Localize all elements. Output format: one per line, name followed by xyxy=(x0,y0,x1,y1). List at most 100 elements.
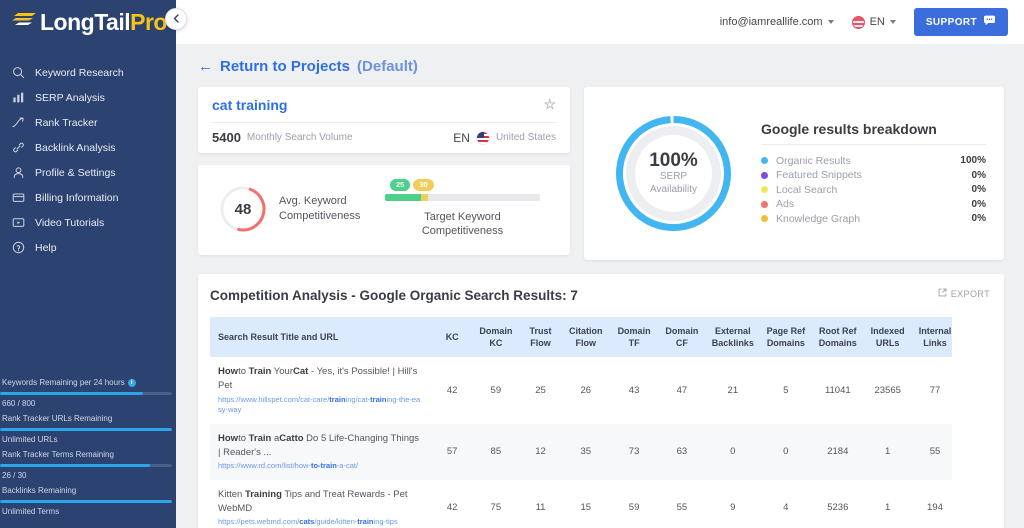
cell-internal-links: 194 xyxy=(927,502,943,514)
meter-track xyxy=(0,464,172,467)
column-header-page-ref-domains[interactable]: Page Ref Domains xyxy=(759,317,812,358)
column-header-kc[interactable]: KC xyxy=(432,317,472,358)
account-menu[interactable]: info@iamreallife.com xyxy=(720,16,834,28)
result-title[interactable]: Howto Train YourCat - Yes, it's Possible… xyxy=(218,365,422,393)
result-url[interactable]: https://pets.webmd.com/cats/guide/kitten… xyxy=(218,517,422,528)
result-title[interactable]: Howto Train aCatto Do 5 Life-Changing Th… xyxy=(218,432,422,460)
divider xyxy=(212,122,556,123)
cell-domain-cf: 47 xyxy=(676,385,688,397)
us-flag-icon xyxy=(475,130,490,145)
cell-kc: 42 xyxy=(446,502,458,514)
google-breakdown-title: Google results breakdown xyxy=(761,121,986,146)
column-header-trust-flow[interactable]: Trust Flow xyxy=(519,317,562,358)
video-play-icon xyxy=(8,215,28,231)
legend-value: 100% xyxy=(960,155,986,166)
sidebar-item-billing-information[interactable]: Billing Information xyxy=(0,185,176,210)
target-pill-green: 25 xyxy=(390,179,411,191)
column-header-root-ref-domains[interactable]: Root Ref Domains xyxy=(811,317,864,358)
chart-bars-icon xyxy=(8,90,28,106)
sidebar-item-keyword-research[interactable]: Keyword Research xyxy=(0,60,176,85)
legend-bullet xyxy=(761,157,768,164)
target-competitiveness-caption: Target Keyword Competitiveness xyxy=(421,210,504,238)
support-button[interactable]: SUPPORT xyxy=(913,8,1008,36)
legend-value: 0% xyxy=(971,184,986,195)
cell-domain-kc: 75 xyxy=(490,502,502,514)
breadcrumb[interactable]: ← Return to Projects (Default) xyxy=(198,58,1004,75)
legend-label: Knowledge Graph xyxy=(776,212,861,225)
cell-domain-kc: 59 xyxy=(490,385,502,397)
column-header-domain-kc[interactable]: Domain KC xyxy=(471,317,520,358)
search-icon xyxy=(8,65,28,81)
legend-bullet xyxy=(761,215,768,222)
meter-backlinks-remaining: Backlinks Remaining Unlimited Terms xyxy=(0,484,176,518)
sidebar-item-label: Profile & Settings xyxy=(35,166,116,179)
sidebar-item-help[interactable]: Help xyxy=(0,235,176,260)
support-label: SUPPORT xyxy=(925,16,977,28)
column-header-external-backlinks[interactable]: External Backlinks xyxy=(705,317,760,358)
sidebar-item-video-tutorials[interactable]: Video Tutorials xyxy=(0,210,176,235)
target-competitiveness-bar xyxy=(385,193,540,201)
meter-value: 26 / 30 xyxy=(2,471,27,480)
column-header-indexed-urls[interactable]: Indexed URLs xyxy=(863,317,912,358)
competitiveness-card: 48 Avg. Keyword Competitiveness 25 30 Ta… xyxy=(198,165,570,256)
cell-page-ref-domains: 0 xyxy=(783,446,789,458)
meter-fill xyxy=(0,500,172,503)
legend-label: Local Search xyxy=(776,183,838,196)
cell-citation-flow: 15 xyxy=(580,502,592,514)
sidebar-item-backlink-analysis[interactable]: Backlink Analysis xyxy=(0,135,176,160)
cell-domain-cf: 63 xyxy=(676,446,688,458)
column-header-internal-links[interactable]: Internal Links xyxy=(911,317,952,358)
column-header-citation-flow[interactable]: Citation Flow xyxy=(561,317,611,358)
sidebar-item-serp-analysis[interactable]: SERP Analysis xyxy=(0,85,176,110)
cell-indexed-urls: 1 xyxy=(885,502,891,514)
language-label: EN xyxy=(869,16,885,28)
result-url[interactable]: https://www.hillspet.com/cat-care/traini… xyxy=(218,395,422,416)
cell-domain-kc: 85 xyxy=(490,446,502,458)
breadcrumb-label: Return to Projects xyxy=(220,58,351,75)
sidebar-item-profile-settings[interactable]: Profile & Settings xyxy=(0,160,176,185)
meter-label: Rank Tracker Terms Remaining xyxy=(2,450,114,459)
legend-row-local-search: Local Search 0% xyxy=(761,182,986,197)
avg-keyword-competitiveness-value: 48 xyxy=(234,200,252,218)
page-content: ← Return to Projects (Default) cat train… xyxy=(176,44,1024,528)
monthly-search-volume-label: Monthly Search Volume xyxy=(246,132,353,143)
column-header-title-url[interactable]: Search Result Title and URL xyxy=(210,317,433,358)
language-selector[interactable]: EN xyxy=(851,15,896,29)
cell-root-ref-domains: 2184 xyxy=(827,446,849,458)
star-outline-icon[interactable]: ☆ xyxy=(543,97,556,111)
meter-fill xyxy=(0,392,143,395)
result-title[interactable]: Kitten Training Tips and Treat Rewards -… xyxy=(218,488,422,516)
cell-external-backlinks: 21 xyxy=(727,385,739,397)
google-breakdown-legend: Google results breakdown Organic Results… xyxy=(761,121,986,226)
table-row[interactable]: Kitten Training Tips and Treat Rewards -… xyxy=(210,480,952,528)
competition-table: Search Result Title and URL KC Domain KC… xyxy=(210,317,952,528)
sidebar-item-label: SERP Analysis xyxy=(35,91,105,104)
result-url[interactable]: https://www.rd.com/list/how-to-train-a-c… xyxy=(218,461,422,472)
brand-logo[interactable]: LongTailPro xyxy=(0,0,176,44)
legend-value: 0% xyxy=(971,169,986,181)
meter-fill xyxy=(0,428,172,431)
avg-keyword-competitiveness-gauge: 48 xyxy=(218,184,268,234)
column-header-domain-cf[interactable]: Domain CF xyxy=(657,317,706,358)
column-header-domain-tf[interactable]: Domain TF xyxy=(610,317,658,358)
sidebar-item-rank-tracker[interactable]: Rank Tracker xyxy=(0,110,176,135)
link-chain-icon xyxy=(8,140,28,156)
locale-language: EN xyxy=(453,130,470,145)
sidebar-item-label: Billing Information xyxy=(35,191,119,204)
meter-value: 660 / 800 xyxy=(2,399,36,408)
chevron-down-icon xyxy=(827,20,834,24)
keyword-name[interactable]: cat training xyxy=(212,97,287,113)
bar-segment-green xyxy=(385,193,421,201)
meter-track xyxy=(0,500,172,503)
table-row[interactable]: Howto Train aCatto Do 5 Life-Changing Th… xyxy=(210,423,952,480)
brand-word-1: LongTail xyxy=(40,8,131,35)
sidebar-collapse-button[interactable] xyxy=(165,8,187,30)
table-row[interactable]: Howto Train YourCat - Yes, it's Possible… xyxy=(210,357,952,424)
competition-table-scroll[interactable]: Search Result Title and URL KC Domain KC… xyxy=(210,317,952,528)
export-button[interactable]: EXPORT xyxy=(938,288,990,299)
legend-row-ads: Ads 0% xyxy=(761,197,986,212)
info-icon[interactable]: i xyxy=(127,379,136,387)
account-email: info@iamreallife.com xyxy=(719,16,823,28)
sidebar-nav: Keyword Research SERP Analysis Rank Trac… xyxy=(0,60,176,260)
keyword-card: cat training ☆ 5400 Monthly Search Volum… xyxy=(198,87,570,153)
